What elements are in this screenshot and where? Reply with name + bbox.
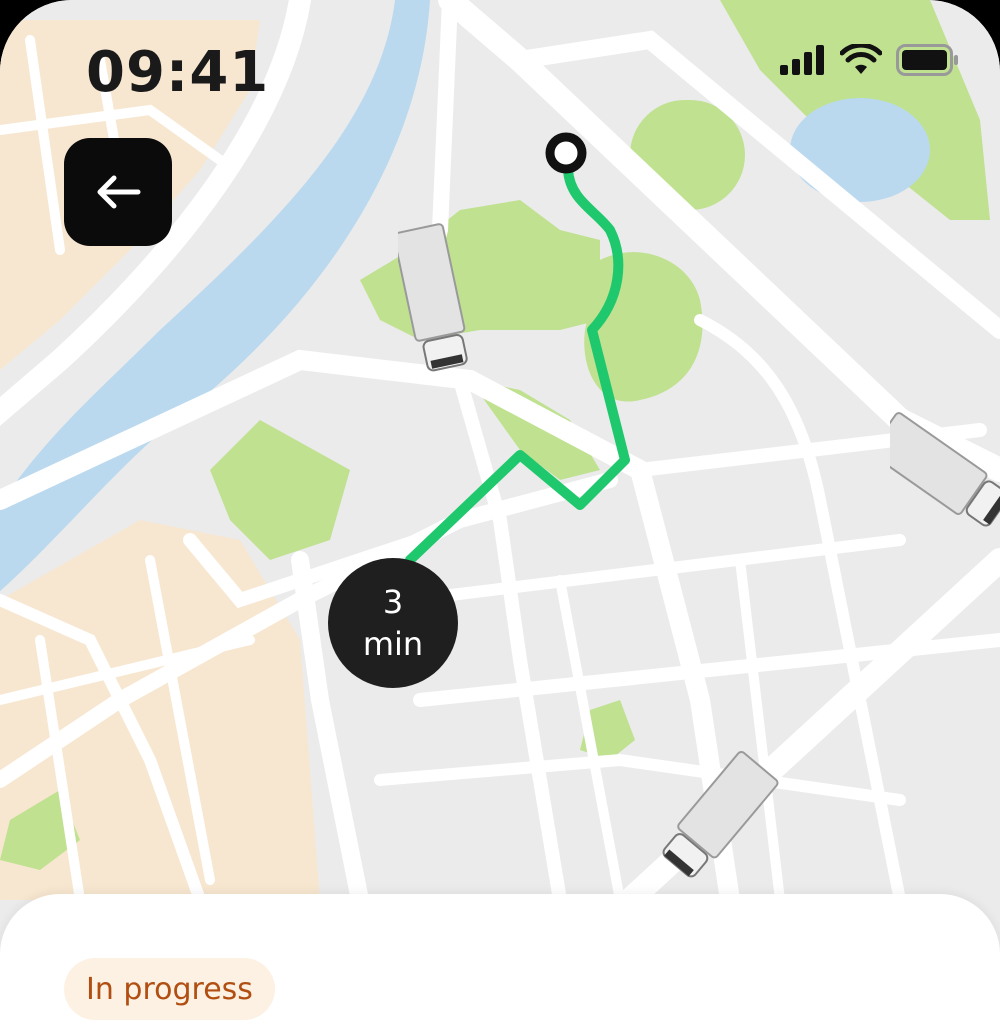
eta-badge: 3 min xyxy=(328,558,458,688)
eta-unit: min xyxy=(362,625,424,663)
status-chip: In progress xyxy=(64,958,275,1020)
wifi-icon xyxy=(840,44,882,74)
truck-icon xyxy=(398,223,468,372)
battery-icon xyxy=(896,44,958,76)
status-time: 09:41 xyxy=(86,40,270,105)
truck-icon xyxy=(662,750,779,878)
phone-screen: 09:41 3 min In progress xyxy=(0,0,1000,1036)
back-button[interactable] xyxy=(64,138,172,246)
truck-icon xyxy=(890,412,1000,527)
arrow-left-icon xyxy=(97,175,141,209)
status-icons xyxy=(780,44,960,76)
destination-marker xyxy=(545,132,587,174)
eta-value: 3 xyxy=(382,583,404,621)
status-bar: 09:41 xyxy=(0,0,1000,120)
bottom-sheet[interactable]: In progress xyxy=(0,894,1000,1036)
cellular-signal-icon xyxy=(780,45,824,75)
